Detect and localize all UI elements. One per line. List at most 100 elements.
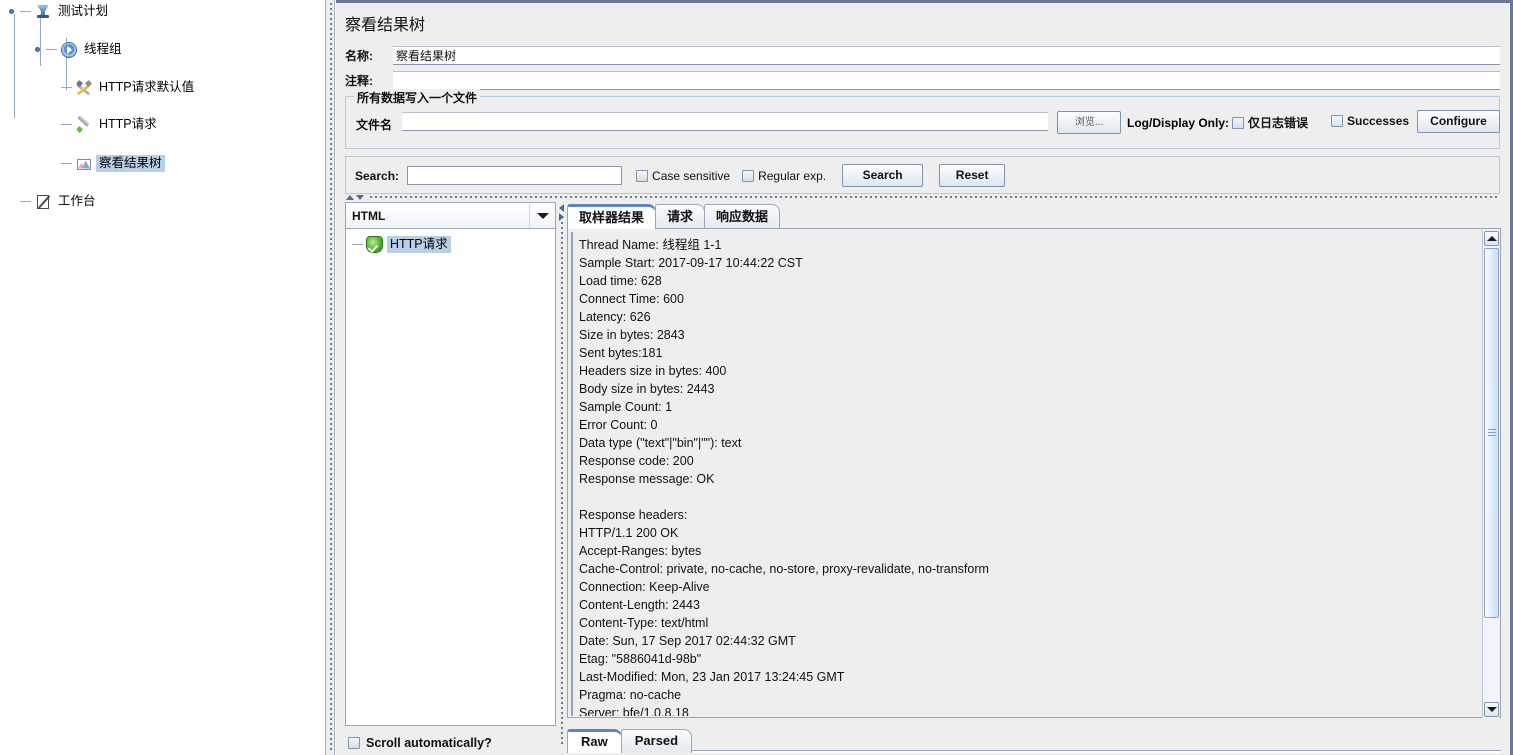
log-display-only-label: Log/Display Only: xyxy=(1127,116,1230,130)
result-line: Response message: OK xyxy=(579,472,715,486)
sampler-result-body: Thread Name: 线程组 1-1 Sample Start: 2017-0… xyxy=(567,228,1501,718)
case-sensitive-label: Case sensitive xyxy=(652,168,731,183)
tree-item-thread-group[interactable]: 线程组 xyxy=(0,40,325,59)
scroll-automatically-label: Scroll automatically? xyxy=(366,736,492,750)
page-title: 察看结果树 xyxy=(345,17,426,34)
scrollbar-grip-icon xyxy=(1488,429,1496,436)
success-check-icon xyxy=(367,237,382,252)
combo-arrow-button[interactable] xyxy=(529,203,555,228)
results-tree-panel[interactable]: HTML HTTP请求 xyxy=(345,202,556,726)
horizontal-splitter[interactable] xyxy=(370,196,1500,198)
http-request-icon xyxy=(75,114,93,134)
tree-item-http-defaults[interactable]: HTTP请求默认值 xyxy=(0,78,325,97)
tree-item-http-request[interactable]: HTTP请求 xyxy=(0,114,325,134)
write-all-data-group-title: 所有数据写入一个文件 xyxy=(354,89,481,106)
comment-row: 注释: xyxy=(345,71,1500,90)
jmeter-window: 测试计划 线程组 HTTP请求默认值 HTTP请求 察看结果树 工作台 察看结果… xyxy=(0,0,1513,755)
http-defaults-icon xyxy=(75,79,93,97)
regular-exp-checkbox[interactable]: Regular exp. xyxy=(742,169,826,183)
view-results-tree-panel: 察看结果树 名称: 注释: 所有数据写入一个文件 文件名 浏览... Log/D… xyxy=(336,0,1513,755)
comment-label: 注释: xyxy=(345,74,373,88)
tree-item-label: HTTP请求 xyxy=(99,117,157,131)
tab-request[interactable]: 请求 xyxy=(655,204,706,229)
result-line: Response headers: xyxy=(579,508,688,522)
bottom-tabs-filler xyxy=(567,750,1501,753)
collapse-left-icon[interactable] xyxy=(559,204,564,212)
tab-sampler-result[interactable]: 取样器结果 xyxy=(567,204,657,229)
result-line: Pragma: no-cache xyxy=(579,688,682,702)
checkbox-box-icon[interactable] xyxy=(742,169,755,182)
successes-checkbox[interactable]: Successes xyxy=(1331,114,1409,128)
checkbox-box-icon[interactable] xyxy=(1232,116,1244,129)
name-input[interactable] xyxy=(393,46,1500,65)
horizontal-splitter-arrows[interactable] xyxy=(346,193,368,202)
case-sensitive-checkbox[interactable]: Case sensitive xyxy=(636,169,730,183)
renderer-combo[interactable]: HTML xyxy=(346,203,555,229)
splitter-grip-icon xyxy=(330,3,332,752)
scroll-automatically-checkbox[interactable]: Scroll automatically? xyxy=(348,736,492,750)
renderer-combo-value: HTML xyxy=(352,208,386,223)
tree-connector xyxy=(352,244,363,245)
scrollbar-thumb[interactable] xyxy=(1484,248,1499,618)
sampler-result-text[interactable]: Thread Name: 线程组 1-1 Sample Start: 2017-0… xyxy=(571,232,1477,716)
browse-button[interactable]: 浏览... xyxy=(1057,111,1121,134)
errors-only-label: 仅日志错误 xyxy=(1248,116,1309,130)
result-line: Body size in bytes: 2443 xyxy=(579,382,715,396)
collapse-right-icon[interactable] xyxy=(559,213,564,221)
configure-button[interactable]: Configure xyxy=(1417,110,1500,133)
tree-connector xyxy=(61,78,75,97)
tree-item-view-results-tree[interactable]: 察看结果树 xyxy=(0,154,325,173)
splitter-grip-icon xyxy=(561,222,563,747)
regular-exp-label: Regular exp. xyxy=(758,168,827,183)
result-line: Content-Length: 2443 xyxy=(579,598,700,612)
errors-only-checkbox[interactable]: 仅日志错误 xyxy=(1232,114,1308,131)
test-plan-tree[interactable]: 测试计划 线程组 HTTP请求默认值 HTTP请求 察看结果树 工作台 xyxy=(0,0,325,755)
search-label: Search: xyxy=(355,168,400,183)
result-line: Sent bytes:181 xyxy=(579,346,663,360)
tab-raw[interactable]: Raw xyxy=(567,729,622,753)
raw-parsed-tabs[interactable]: Raw Parsed xyxy=(567,726,693,753)
main-splitter[interactable] xyxy=(325,0,335,755)
collapse-down-icon[interactable] xyxy=(356,195,364,200)
workbench-icon xyxy=(34,193,52,211)
result-line: Headers size in bytes: 400 xyxy=(579,364,727,378)
tree-connector xyxy=(61,115,75,134)
checkbox-box-icon[interactable] xyxy=(1331,115,1343,127)
result-line: Sample Start: 2017-09-17 10:44:22 CST xyxy=(579,256,803,270)
result-line: Latency: 626 xyxy=(579,310,651,324)
name-label: 名称: xyxy=(345,49,373,63)
scroll-down-button[interactable] xyxy=(1484,702,1499,717)
tree-connector xyxy=(46,40,60,59)
result-line: Server: bfe/1.0.8.18 xyxy=(579,706,689,716)
scroll-up-button[interactable] xyxy=(1484,231,1499,246)
result-line: Thread Name: 线程组 1-1 xyxy=(579,238,722,252)
result-line: Load time: 628 xyxy=(579,274,662,288)
tree-expand-handle-icon[interactable] xyxy=(35,45,44,54)
view-results-tree-icon xyxy=(75,155,93,173)
test-plan-icon xyxy=(34,3,52,21)
tab-parsed[interactable]: Parsed xyxy=(620,729,693,753)
result-vertical-scrollbar[interactable] xyxy=(1482,230,1499,718)
successes-label: Successes xyxy=(1347,114,1410,128)
search-input[interactable] xyxy=(407,166,623,185)
tab-response-data[interactable]: 响应数据 xyxy=(704,204,781,229)
tree-item-workbench[interactable]: 工作台 xyxy=(0,192,325,211)
result-line: Size in bytes: 2843 xyxy=(579,328,685,342)
result-line: Response code: 200 xyxy=(579,454,694,468)
tree-item-label: HTTP请求默认值 xyxy=(99,80,195,94)
filename-input[interactable] xyxy=(402,112,1048,131)
checkbox-box-icon[interactable] xyxy=(636,169,649,182)
reset-button[interactable]: Reset xyxy=(939,164,1006,187)
results-tree-sample-item[interactable]: HTTP请求 xyxy=(352,236,451,253)
collapse-up-icon[interactable] xyxy=(346,195,354,200)
result-tabs[interactable]: 取样器结果 请求 响应数据 xyxy=(567,202,781,229)
results-splitter[interactable] xyxy=(557,202,567,751)
checkbox-box-icon[interactable] xyxy=(348,737,360,749)
tree-expand-handle-icon[interactable] xyxy=(9,7,18,16)
search-button[interactable]: Search xyxy=(842,164,924,187)
tree-item-test-plan[interactable]: 测试计划 xyxy=(0,2,325,21)
write-all-data-group: 所有数据写入一个文件 文件名 浏览... Log/Display Only: 仅… xyxy=(345,89,1500,149)
tree-item-label: 线程组 xyxy=(84,42,122,56)
comment-input[interactable] xyxy=(393,71,1500,90)
result-line: Last-Modified: Mon, 23 Jan 2017 13:24:45… xyxy=(579,670,845,684)
